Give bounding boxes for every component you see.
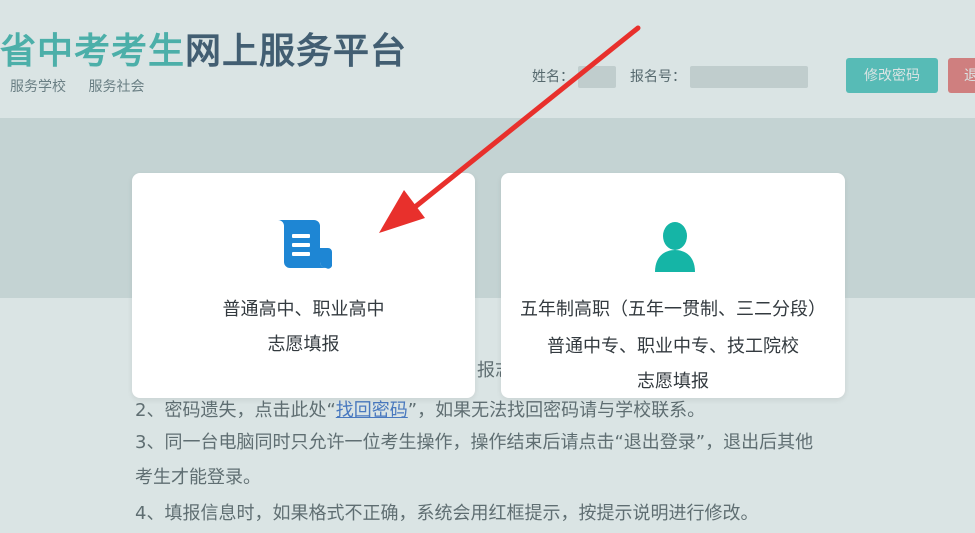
scroll-document-icon (278, 220, 332, 269)
card-right-title: 五年制高职（五年一贯制、三二分段） (520, 299, 826, 320)
person-icon (655, 222, 695, 272)
card-general-high-school[interactable]: 普通高中、职业高中 志愿填报 (132, 173, 475, 398)
card-right-action: 志愿填报 (637, 371, 709, 392)
card-left-subtitle: 志愿填报 (267, 334, 340, 355)
page: 省中考考生网上服务平台 服务学校 服务社会 姓名： 报名号： 修改密码 退 报志 … (0, 0, 975, 533)
card-right-subtitle: 普通中专、职业中专、技工院校 (547, 336, 799, 357)
card-left-title: 普通高中、职业高中 (222, 299, 385, 320)
card-vocational-college[interactable]: 五年制高职（五年一贯制、三二分段） 普通中专、职业中专、技工院校 志愿填报 (501, 173, 845, 398)
